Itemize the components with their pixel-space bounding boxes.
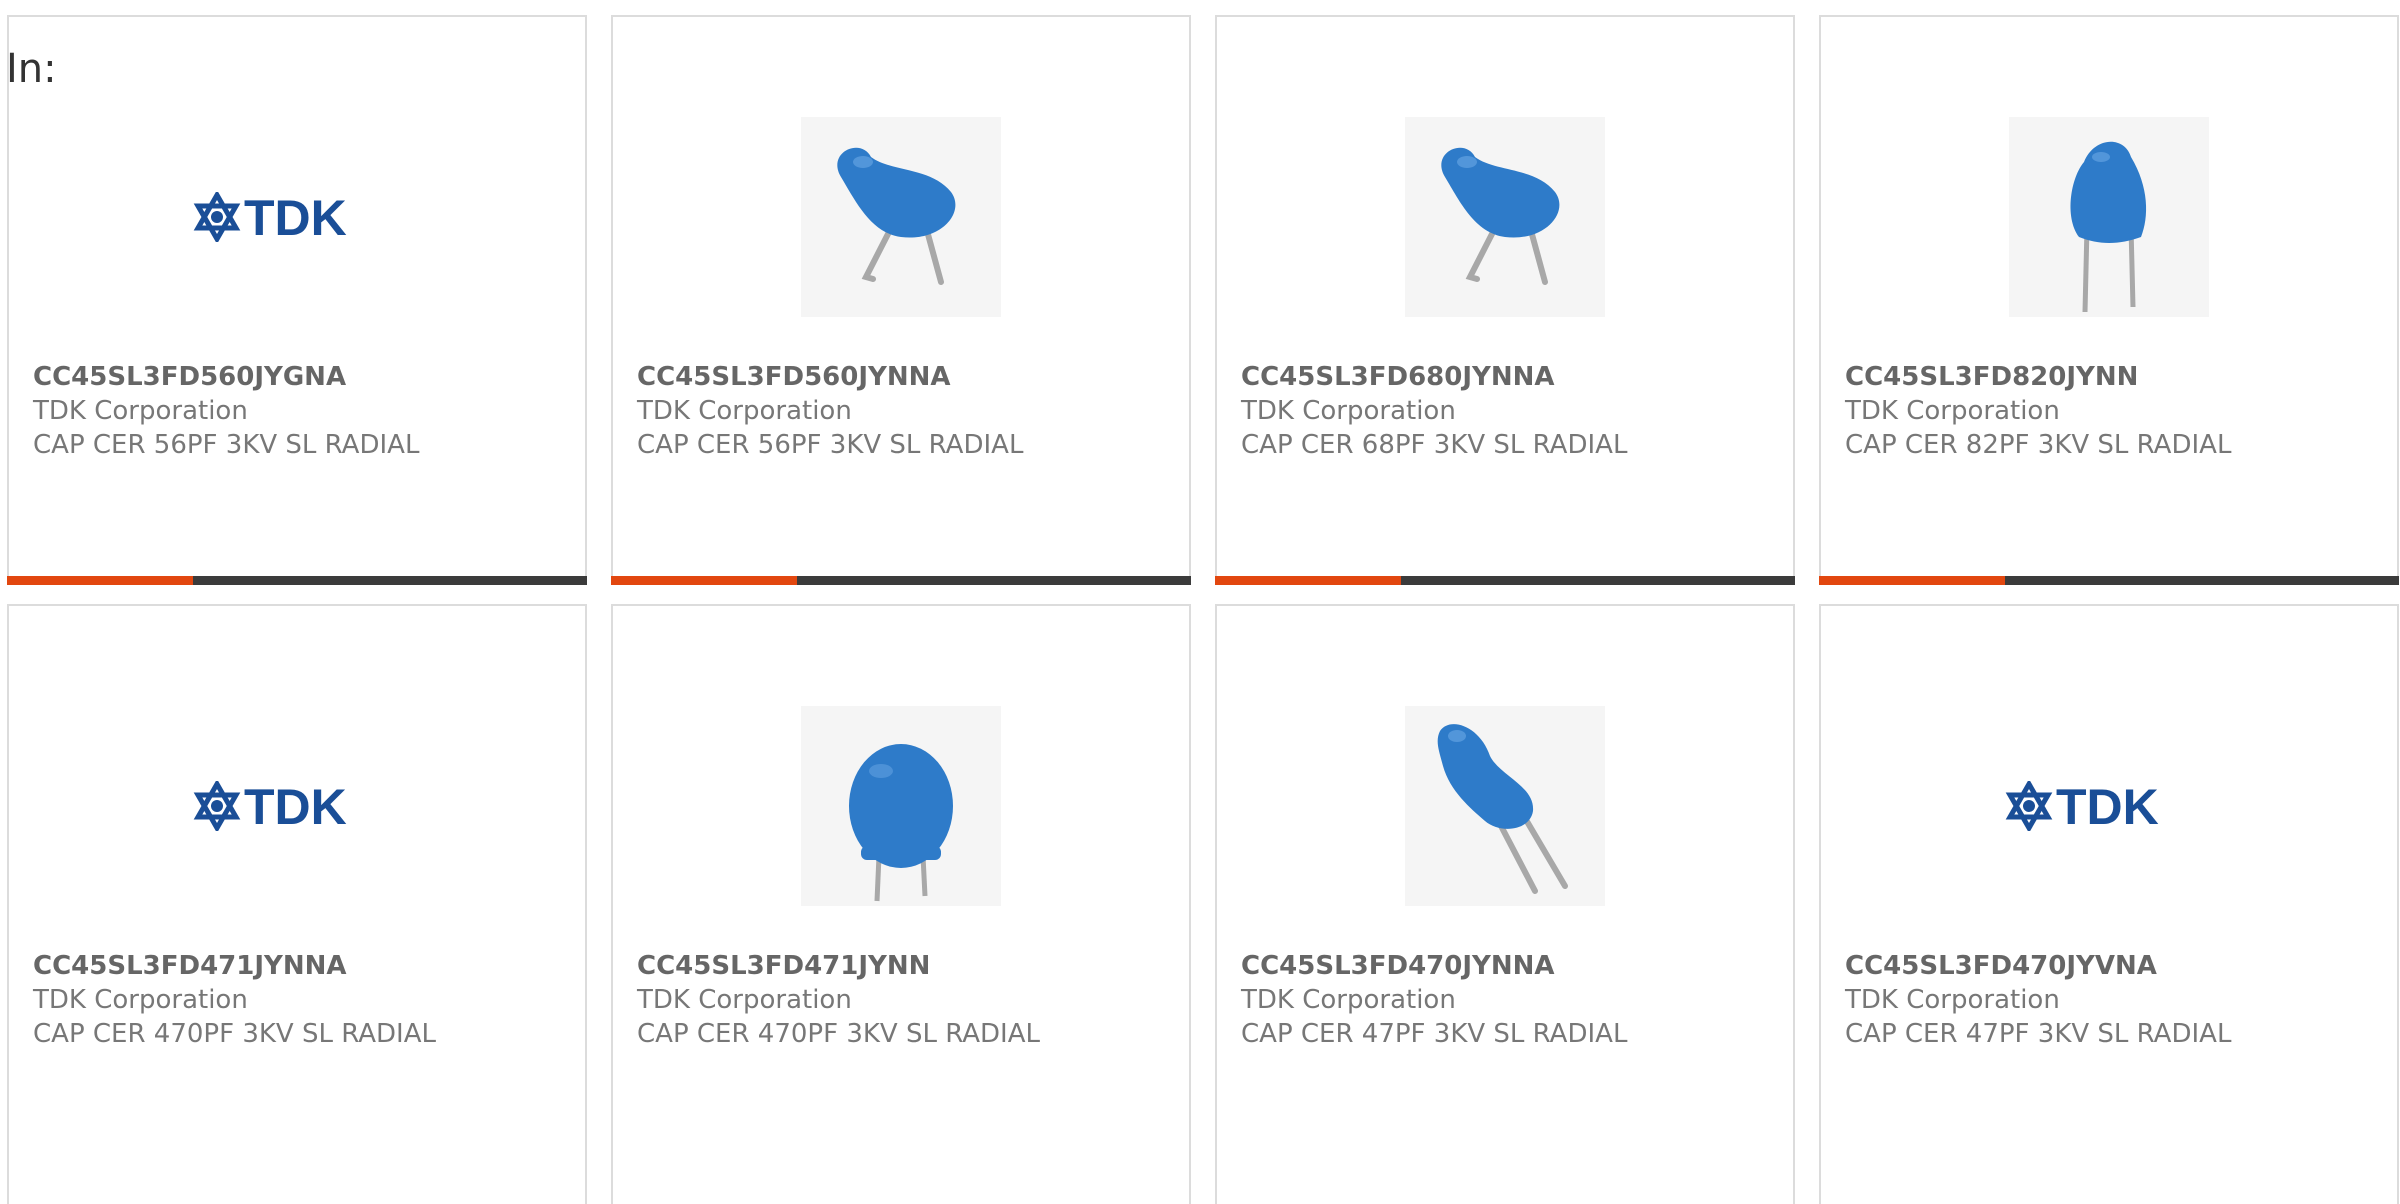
part-number[interactable]: CC45SL3FD471JYNN <box>637 949 1179 983</box>
progress-bar-fill <box>7 576 193 585</box>
capacitor-bent-lead-icon <box>1441 147 1560 285</box>
progress-bar <box>1819 576 2399 585</box>
product-image <box>1821 67 2397 367</box>
product-card[interactable]: CC45SL3FD680JYNNA TDK Corporation CAP CE… <box>1215 15 1795 585</box>
in-label: In: <box>6 46 57 92</box>
description: CAP CER 47PF 3KV SL RADIAL <box>1241 1019 1628 1049</box>
product-image <box>613 67 1189 367</box>
part-number[interactable]: CC45SL3FD680JYNNA <box>1241 360 1783 394</box>
manufacturer: TDK Corporation <box>637 396 852 426</box>
svg-text:TDK: TDK <box>2056 781 2159 831</box>
svg-text:TDK: TDK <box>244 192 347 242</box>
description: CAP CER 56PF 3KV SL RADIAL <box>33 430 420 460</box>
capacitor-bent-lead-icon <box>1437 724 1568 894</box>
product-card[interactable]: TDK CC45SL3FD470JYVNA TDK Corporation CA… <box>1819 604 2399 1204</box>
progress-bar <box>611 576 1191 585</box>
part-number[interactable]: CC45SL3FD820JYNN <box>1845 360 2387 394</box>
description: CAP CER 47PF 3KV SL RADIAL <box>1845 1019 2232 1049</box>
product-image: TDK <box>9 656 585 956</box>
tdk-logo: TDK <box>2005 781 2159 831</box>
description: CAP CER 82PF 3KV SL RADIAL <box>1845 430 2232 460</box>
progress-bar <box>1215 576 1795 585</box>
product-grid: TDK CC45SL3FD560JYGNA TDK Corporation CA… <box>0 0 2400 1204</box>
tdk-logo: TDK <box>193 192 347 242</box>
description: CAP CER 470PF 3KV SL RADIAL <box>33 1019 436 1049</box>
capacitor-straight-lead-icon <box>2070 141 2147 313</box>
product-image <box>1217 656 1793 956</box>
product-image <box>1217 67 1793 367</box>
manufacturer: TDK Corporation <box>33 396 248 426</box>
product-card[interactable]: CC45SL3FD820JYNN TDK Corporation CAP CER… <box>1819 15 2399 585</box>
product-image: TDK <box>9 67 585 367</box>
part-number[interactable]: CC45SL3FD470JYVNA <box>1845 949 2387 983</box>
product-card[interactable]: TDK CC45SL3FD471JYNNA TDK Corporation CA… <box>7 604 587 1204</box>
progress-bar-fill <box>611 576 797 585</box>
product-image: TDK <box>1821 656 2397 956</box>
manufacturer: TDK Corporation <box>1845 985 2060 1015</box>
product-image <box>613 656 1189 956</box>
manufacturer: TDK Corporation <box>1241 985 1456 1015</box>
manufacturer: TDK Corporation <box>33 985 248 1015</box>
manufacturer: TDK Corporation <box>1845 396 2060 426</box>
progress-bar-fill <box>1819 576 2005 585</box>
progress-bar-fill <box>1215 576 1401 585</box>
svg-text:TDK: TDK <box>244 781 347 831</box>
manufacturer: TDK Corporation <box>637 985 852 1015</box>
product-card[interactable]: CC45SL3FD471JYNN TDK Corporation CAP CER… <box>611 604 1191 1204</box>
part-number[interactable]: CC45SL3FD470JYNNA <box>1241 949 1783 983</box>
capacitor-disc-icon <box>849 744 953 902</box>
description: CAP CER 56PF 3KV SL RADIAL <box>637 430 1024 460</box>
progress-bar <box>7 576 587 585</box>
description: CAP CER 470PF 3KV SL RADIAL <box>637 1019 1040 1049</box>
description: CAP CER 68PF 3KV SL RADIAL <box>1241 430 1628 460</box>
tdk-logo: TDK <box>193 781 347 831</box>
product-card[interactable]: TDK CC45SL3FD560JYGNA TDK Corporation CA… <box>7 15 587 585</box>
manufacturer: TDK Corporation <box>1241 396 1456 426</box>
part-number[interactable]: CC45SL3FD560JYNNA <box>637 360 1179 394</box>
part-number[interactable]: CC45SL3FD471JYNNA <box>33 949 575 983</box>
part-number[interactable]: CC45SL3FD560JYGNA <box>33 360 575 394</box>
capacitor-bent-lead-icon <box>837 147 956 285</box>
product-card[interactable]: CC45SL3FD470JYNNA TDK Corporation CAP CE… <box>1215 604 1795 1204</box>
product-card[interactable]: CC45SL3FD560JYNNA TDK Corporation CAP CE… <box>611 15 1191 585</box>
